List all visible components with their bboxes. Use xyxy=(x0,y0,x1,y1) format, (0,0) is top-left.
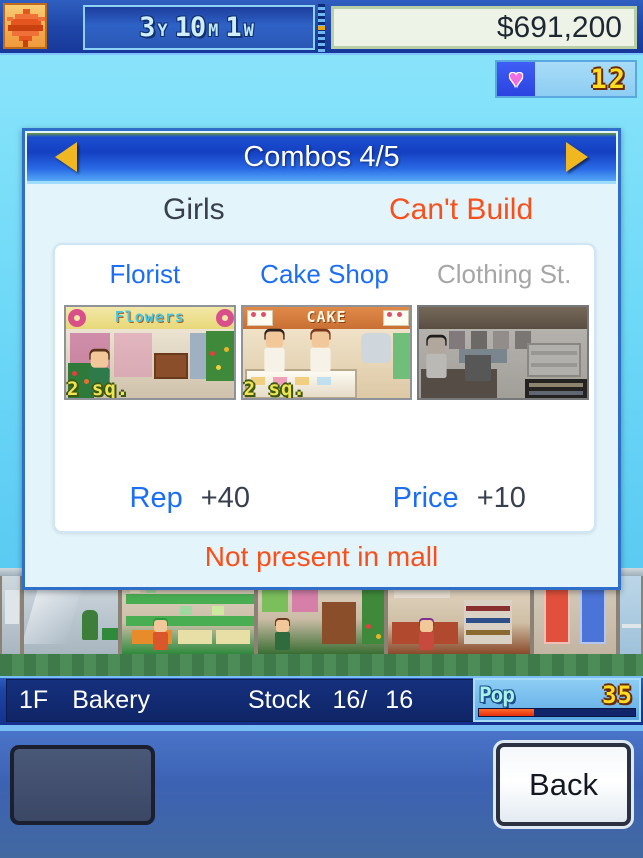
mall-window xyxy=(618,576,643,654)
popularity-gauge xyxy=(478,708,636,717)
date-year-value: 3 xyxy=(139,12,155,43)
game-screen: 3 Y 10 M 1 W $691,200 ♥ 12 Combos 4/5 Gi… xyxy=(0,0,643,858)
status-shop-name: Bakery xyxy=(72,686,150,714)
mall-character xyxy=(418,618,435,650)
divider-strip xyxy=(318,4,325,52)
page-title: Combos 4/5 xyxy=(243,140,400,173)
status-stock-current: 16/ xyxy=(332,686,368,714)
empty-preview-slot[interactable] xyxy=(10,745,155,825)
dialog-subheader: Girls Can't Build xyxy=(25,184,618,236)
combo-details-card: Florist Cake Shop Clothing St. Flowers 2… xyxy=(53,243,596,533)
mall-character xyxy=(274,618,291,650)
shop-size-badge: 2 sq. xyxy=(243,378,306,400)
combo-shop-name-2[interactable]: Clothing St. xyxy=(414,259,594,290)
shop-character xyxy=(309,328,332,372)
shop-thumbnail-cake-shop[interactable]: CAKE 2 sq. xyxy=(240,305,413,400)
back-button-label: Back xyxy=(529,766,598,802)
bottom-action-bar: Back xyxy=(0,728,643,858)
combo-category-label: Girls xyxy=(163,193,225,226)
status-stock-max: 16 xyxy=(385,686,414,714)
hearts-counter: ♥ 12 xyxy=(495,60,637,98)
mall-floor xyxy=(0,654,643,676)
money-display: $691,200 xyxy=(331,6,637,49)
shop-sign-text: Flowers xyxy=(114,308,185,326)
popularity-label: Pop xyxy=(479,683,515,707)
status-floor: 1F xyxy=(19,686,49,714)
date-month-value: 10 xyxy=(174,12,207,43)
combo-status-label: Can't Build xyxy=(389,193,534,226)
stat-rep-value: +40 xyxy=(200,482,250,514)
back-button[interactable]: Back xyxy=(493,740,634,829)
stat-price-value: +10 xyxy=(476,482,526,514)
date-display: 3 Y 10 M 1 W xyxy=(83,5,315,50)
combos-dialog: Combos 4/5 Girls Can't Build Florist Cak… xyxy=(22,128,621,590)
popularity-widget: Pop 35 xyxy=(473,678,641,722)
top-status-bar: 3 Y 10 M 1 W $691,200 xyxy=(0,0,643,55)
mall-shop-slot xyxy=(0,576,22,654)
right-arrow-icon[interactable] xyxy=(566,142,588,172)
dialog-header: Combos 4/5 xyxy=(27,133,616,184)
shop-thumbnail-florist[interactable]: Flowers 2 sq. xyxy=(64,305,236,400)
date-week-value: 1 xyxy=(225,12,241,43)
bottom-status-bar: 1F Bakery Stock 16/ 16 Pop 35 xyxy=(0,676,643,728)
stat-rep: Rep +40 xyxy=(55,482,325,515)
left-arrow-icon[interactable] xyxy=(55,142,77,172)
combo-footer-message: Not present in mall xyxy=(204,541,439,572)
shop-character xyxy=(425,334,448,378)
date-week-unit: W xyxy=(243,21,254,41)
shop-size-badge xyxy=(418,399,422,400)
hearts-value: 12 xyxy=(590,63,627,95)
combo-shop-name-1[interactable]: Cake Shop xyxy=(235,259,415,290)
heart-icon: ♥ xyxy=(497,62,535,96)
shop-size-badge: 2 sq. xyxy=(67,378,130,400)
stat-rep-label: Rep xyxy=(129,482,183,514)
popularity-value: 35 xyxy=(602,681,633,709)
stat-price-label: Price xyxy=(392,482,459,514)
mall-character xyxy=(152,618,169,650)
money-value: $691,200 xyxy=(496,10,622,44)
shop-thumbnail-clothing-st[interactable] xyxy=(417,305,590,400)
combo-bonus-stats: Rep +40 Price +10 xyxy=(55,482,594,515)
combo-shop-name-0[interactable]: Florist xyxy=(55,259,235,290)
shop-character xyxy=(263,328,286,372)
stat-price: Price +10 xyxy=(325,482,595,515)
combo-shop-thumbnails: Flowers 2 sq. CAKE 2 sq. xyxy=(64,305,590,400)
date-month-unit: M xyxy=(208,21,219,41)
status-stock-label: Stock xyxy=(248,686,311,714)
combo-shop-names: Florist Cake Shop Clothing St. xyxy=(55,259,594,290)
date-year-unit: Y xyxy=(157,21,168,41)
maple-leaf-icon xyxy=(3,3,47,49)
